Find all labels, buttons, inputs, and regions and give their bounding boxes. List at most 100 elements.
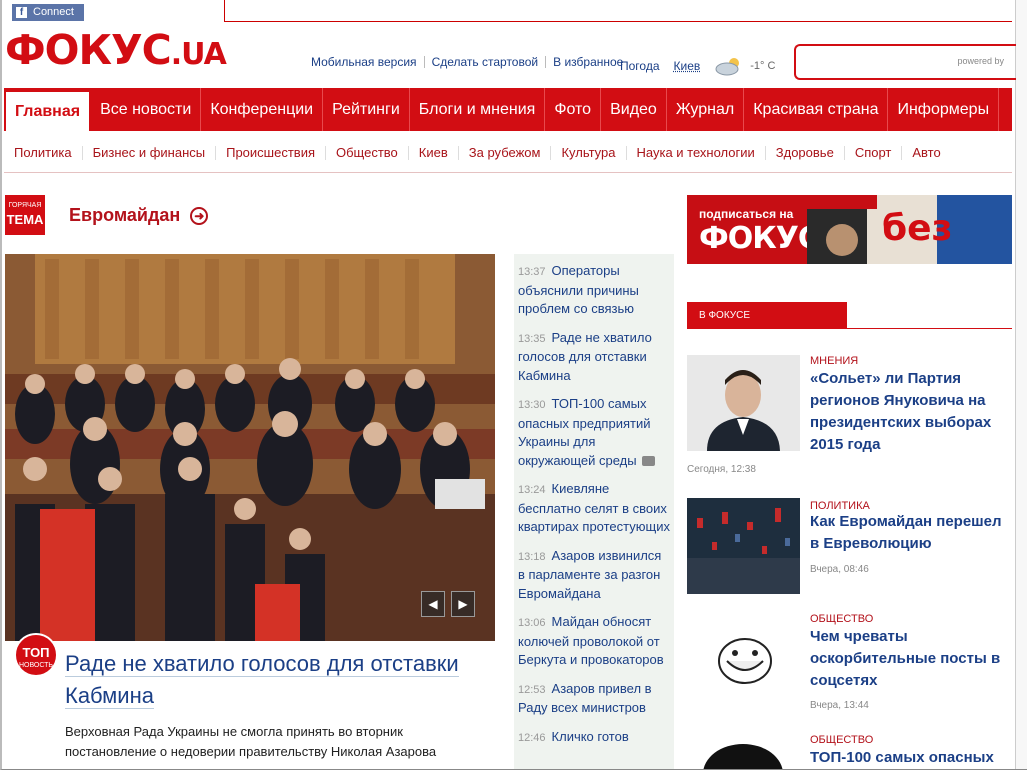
lead-article-summary: Верховная Рада Украины не смогла принять… — [65, 724, 437, 759]
weather-label: Погода — [620, 59, 660, 73]
focus-card-thumbnail — [687, 355, 800, 451]
news-time: 12:53 — [518, 683, 546, 696]
news-time: 13:37 — [518, 266, 546, 278]
mobile-version-link[interactable]: Мобильная версия — [311, 55, 417, 69]
focus-card-category: ОБЩЕСТВО — [810, 613, 874, 625]
scrollbar[interactable] — [1015, 0, 1027, 769]
subnav-item-auto[interactable]: Авто — [902, 145, 950, 160]
facebook-connect-label: Connect — [33, 6, 74, 18]
in-focus-label: В ФОКУСЕ — [687, 302, 847, 329]
sub-nav: Политика Бизнес и финансы Происшествия О… — [4, 133, 1012, 173]
top-news-badge-small: НОВОСТЬ — [18, 662, 54, 669]
nav-item-ratings[interactable]: Рейтинги — [323, 88, 410, 131]
focus-card-thumbnail — [687, 498, 800, 594]
news-time: 13:24 — [518, 484, 546, 496]
search-input[interactable]: powered by — [794, 44, 1016, 80]
banner-title: ФОКУС — [699, 221, 820, 256]
camera-icon — [641, 456, 655, 467]
lead-photo[interactable]: ◀ ▶ — [5, 254, 495, 641]
hot-topic-title: Евромайдан — [69, 205, 181, 225]
focus-card[interactable]: ОБЩЕСТВО Чем чреваты оскорбительные пост… — [687, 613, 1012, 723]
focus-card-thumbnail — [687, 734, 800, 769]
focus-card-category: МНЕНИЯ — [810, 355, 859, 367]
subnav-item-business[interactable]: Бизнес и финансы — [83, 145, 217, 160]
hot-topic-link[interactable]: Евромайдан ➜ — [69, 205, 209, 226]
news-feed-item[interactable]: 13:30 ТОП-100 самых опасных предприятий У… — [518, 395, 670, 470]
subnav-item-abroad[interactable]: За рубежом — [459, 145, 552, 160]
banner-subtitle: подписаться на — [699, 207, 794, 221]
main-nav: Главная Все новости Конференции Рейтинги… — [4, 88, 1012, 131]
top-frame — [224, 0, 1012, 22]
svg-text:без: без — [882, 208, 952, 249]
focus-card[interactable]: МНЕНИЯ «Сольет» ли Партия регионов Януко… — [687, 355, 1012, 480]
search-powered-by: powered by — [957, 56, 1004, 66]
logo-main: ФОКУС — [5, 26, 172, 74]
hot-topic-big: ТЕМА — [6, 212, 44, 227]
focus-card-title: Как Евромайдан перешел в Евреволюцию — [810, 513, 1002, 552]
subnav-item-sport[interactable]: Спорт — [845, 145, 903, 160]
nav-item-all-news[interactable]: Все новости — [91, 88, 202, 131]
subnav-item-culture[interactable]: Культура — [551, 145, 627, 160]
subnav-item-society[interactable]: Общество — [326, 145, 409, 160]
subnav-item-politics[interactable]: Политика — [4, 145, 83, 160]
news-time: 13:30 — [518, 399, 546, 411]
top-news-badge: ТОП НОВОСТЬ — [14, 633, 58, 677]
in-focus-header: В ФОКУСЕ — [687, 302, 1012, 329]
weather-widget: Погода Киев -1° C — [620, 56, 775, 76]
nav-item-home[interactable]: Главная — [4, 90, 92, 131]
hot-topic-small: ГОРЯЧАЯ — [8, 202, 42, 209]
nav-item-photo[interactable]: Фото — [545, 88, 602, 131]
news-feed-item[interactable]: 13:35 Раде не хватило голосов для отставк… — [518, 329, 670, 386]
slider-prev-button[interactable]: ◀ — [421, 591, 445, 617]
lead-article-title[interactable]: Раде не хватило голосов для отставки Каб… — [65, 648, 495, 712]
add-favorites-link[interactable]: В избранное — [553, 55, 623, 69]
focus-card-date: Вчера, 08:46 — [810, 564, 869, 575]
news-title: Кличко готов — [551, 728, 629, 744]
weather-temp: -1° C — [750, 60, 776, 72]
make-homepage-link[interactable]: Сделать стартовой — [432, 55, 539, 69]
subnav-item-science[interactable]: Наука и технологии — [627, 145, 766, 160]
news-feed-item[interactable]: 13:06 Майдан обносят колючей проволокой о… — [518, 613, 670, 670]
page: f Connect ФОКУС.UA Мобильная версия Сдел… — [0, 0, 1027, 770]
top-links: Мобильная версия Сделать стартовой В изб… — [311, 55, 623, 69]
nav-item-conferences[interactable]: Конференции — [201, 88, 324, 131]
news-feed-item[interactable]: 13:24 Киевляне бесплатно селят в своих кв… — [518, 480, 670, 537]
site-logo[interactable]: ФОКУС.UA — [5, 26, 227, 79]
focus-card-title: «Сольет» ли Партия регионов Януковича на… — [810, 370, 992, 453]
nav-item-informers[interactable]: Информеры — [888, 88, 1000, 131]
news-time: 13:18 — [518, 550, 546, 563]
focus-card[interactable]: ПОЛИТИКА Как Евромайдан перешел в Еврево… — [687, 498, 1012, 598]
subscribe-banner[interactable]: подписаться на ФОКУС без — [687, 195, 1012, 264]
news-time: 13:35 — [518, 332, 546, 345]
nav-item-beautiful-country[interactable]: Красивая страна — [744, 88, 889, 131]
magazine-covers-image: без — [807, 195, 1012, 264]
divider — [423, 56, 425, 68]
news-feed-item[interactable]: 13:18 Азаров извинился в парламенте за ра… — [518, 547, 670, 604]
subnav-item-incidents[interactable]: Происшествия — [216, 145, 326, 160]
lead-article-title-text: Раде не хватило голосов для отставки Каб… — [65, 651, 459, 709]
nav-item-blogs[interactable]: Блоги и мнения — [410, 88, 546, 131]
parliament-photo — [5, 254, 495, 641]
subnav-item-health[interactable]: Здоровье — [766, 145, 845, 160]
news-feed-item[interactable]: 12:46 Кличко готов — [518, 728, 670, 748]
news-feed: 13:37 Операторы объяснили причины проблем… — [514, 254, 674, 769]
focus-card[interactable]: ОБЩЕСТВО ТОП-100 самых опасных — [687, 734, 1012, 769]
nav-item-magazine[interactable]: Журнал — [667, 88, 745, 131]
focus-card-date: Вчера, 13:44 — [810, 700, 869, 711]
news-time: 12:46 — [518, 731, 546, 744]
news-time: 13:06 — [518, 617, 546, 629]
top-news-badge-big: ТОП — [22, 645, 50, 660]
weather-city-select[interactable]: Киев — [674, 59, 701, 73]
slider-next-button[interactable]: ▶ — [451, 591, 475, 617]
focus-card-date: Сегодня, 12:38 — [687, 464, 756, 475]
arrow-right-icon: ➜ — [190, 206, 209, 225]
facebook-icon: f — [16, 7, 27, 18]
logo-suffix: .UA — [170, 37, 227, 72]
nav-item-video[interactable]: Видео — [601, 88, 667, 131]
cloud-sun-icon — [714, 56, 744, 76]
facebook-connect-button[interactable]: f Connect — [12, 4, 84, 21]
news-feed-item[interactable]: 13:37 Операторы объяснили причины проблем… — [518, 262, 670, 319]
news-feed-item[interactable]: 12:53 Азаров привел в Раду всех министров — [518, 680, 670, 718]
subnav-item-kiev[interactable]: Киев — [409, 145, 459, 160]
focus-card-thumbnail — [687, 613, 800, 709]
